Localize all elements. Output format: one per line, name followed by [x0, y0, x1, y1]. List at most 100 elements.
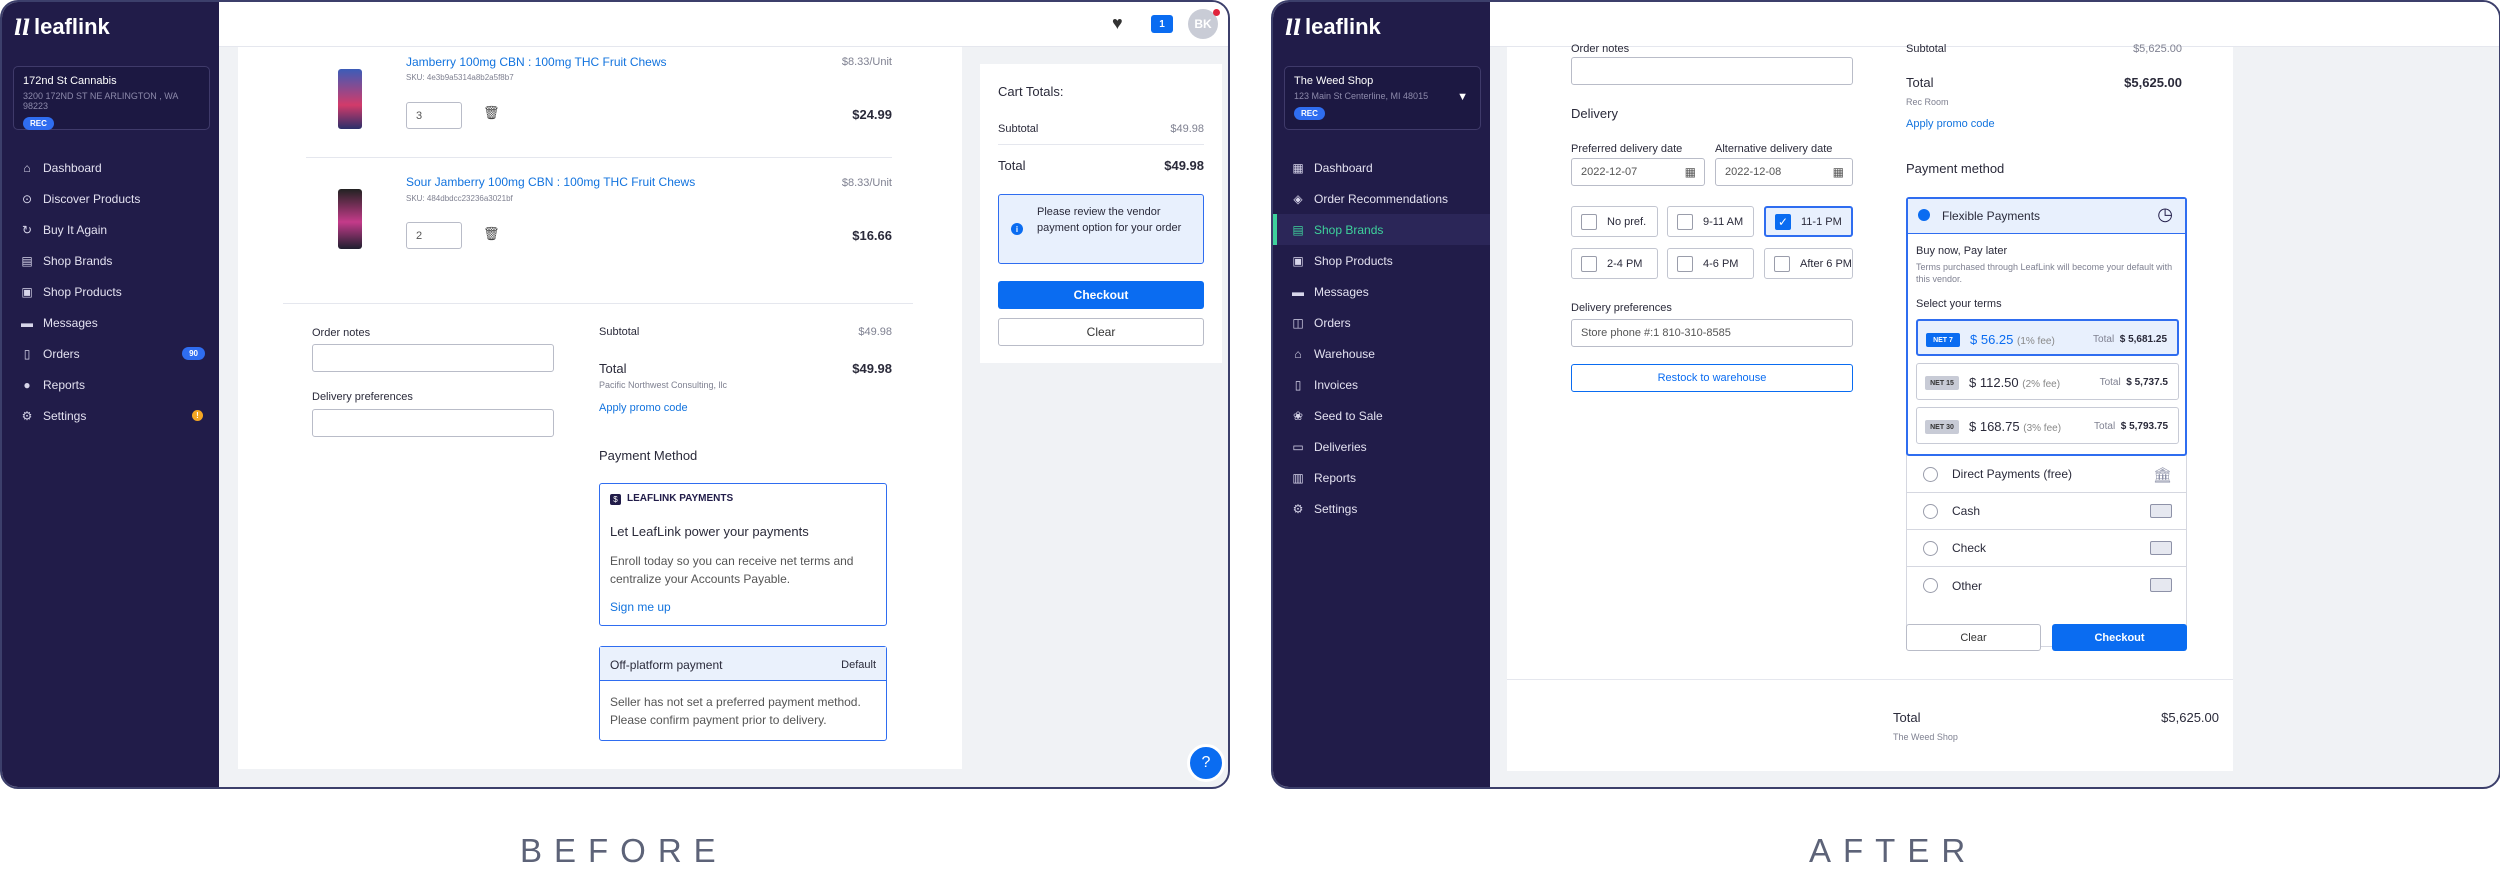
leaflink-logo[interactable]: ll leaflink: [1285, 14, 1381, 40]
quantity-input[interactable]: 3: [406, 102, 462, 129]
sidebar-item-shop-products[interactable]: ▣ Shop Products: [2, 276, 219, 307]
sidebar-item-invoices[interactable]: ▯ Invoices: [1273, 369, 1490, 400]
slot-9-11am[interactable]: 9-11 AM: [1667, 206, 1754, 237]
total-value: $5,625.00: [2124, 75, 2182, 90]
sidebar-item-discover-products[interactable]: ⊙ Discover Products: [2, 183, 219, 214]
sidebar-item-shop-brands[interactable]: ▤ Shop Brands: [2, 245, 219, 276]
refresh-icon: ↻: [21, 222, 33, 237]
sidebar-item-buy-it-again[interactable]: ↻ Buy It Again: [2, 214, 219, 245]
term-total-label: Total: [2099, 377, 2121, 388]
checkout-button[interactable]: Checkout: [998, 281, 1204, 309]
term-net-7[interactable]: NET 7 $ 56.25 (1% fee) Total $ 5,681.25: [1916, 319, 2179, 356]
delivery-preferences-input[interactable]: [312, 409, 554, 437]
line-total: $24.99: [852, 107, 892, 122]
heart-icon[interactable]: ♥: [1112, 13, 1123, 34]
slot-2-4pm[interactable]: 2-4 PM: [1571, 248, 1658, 279]
product-image[interactable]: [338, 69, 362, 129]
method-direct-payments[interactable]: Direct Payments (free) 🏛: [1907, 456, 2186, 493]
product-name-link[interactable]: Sour Jamberry 100mg CBN : 100mg THC Frui…: [406, 175, 695, 189]
other-payment-icon: [2150, 578, 2172, 592]
store-selector[interactable]: The Weed Shop 123 Main St Centerline, MI…: [1284, 66, 1481, 130]
method-label: Direct Payments (free): [1952, 467, 2073, 481]
chat-icon: ▬: [1292, 284, 1304, 299]
slot-no-pref[interactable]: No pref.: [1571, 206, 1658, 237]
term-total: $ 5,737.5: [2126, 377, 2168, 388]
radio[interactable]: [1923, 503, 1938, 519]
trash-icon[interactable]: 🗑: [483, 105, 500, 121]
divider: [306, 157, 892, 158]
apply-promo-link[interactable]: Apply promo code: [1906, 118, 1995, 130]
term-net-15[interactable]: NET 15 $ 112.50 (2% fee) Total $ 5,737.5: [1916, 363, 2179, 400]
clear-button[interactable]: Clear: [1906, 624, 2041, 651]
off-platform-payment-card[interactable]: Off-platform payment Default Seller has …: [599, 646, 887, 741]
leaflink-logo[interactable]: ll leaflink: [14, 14, 110, 40]
sidebar-item-orders[interactable]: ▯ Orders 90: [2, 338, 219, 369]
radio[interactable]: [1923, 540, 1938, 556]
cart-icon[interactable]: 1: [1151, 15, 1173, 33]
sidebar-item-settings[interactable]: ⚙ Settings!: [2, 400, 219, 431]
clear-button[interactable]: Clear: [998, 318, 1204, 346]
term-tag: NET 7: [1926, 333, 1960, 347]
slot-label: 4-6 PM: [1703, 257, 1739, 270]
preferred-date-label: Preferred delivery date: [1571, 143, 1683, 155]
sign-me-up-link[interactable]: Sign me up: [610, 600, 671, 614]
sidebar-item-warehouse[interactable]: ⌂ Warehouse: [1273, 338, 1490, 369]
checkout-button[interactable]: Checkout: [2052, 624, 2187, 651]
dollar-icon: $: [610, 494, 621, 505]
help-icon[interactable]: ?: [1187, 744, 1225, 782]
top-bar: ♪ ♡ ⛟ 4 AA: [1490, 2, 2499, 47]
logo-text: leaflink: [33, 14, 110, 39]
flexible-payments-option[interactable]: Flexible Payments ◷ Buy now, Pay later T…: [1906, 197, 2187, 456]
term-total: $ 5,681.25: [2119, 334, 2167, 345]
delivery-preferences-input[interactable]: Store phone #:1 810-310-8585: [1571, 319, 1853, 347]
product-image[interactable]: [338, 189, 362, 249]
preferred-date-input[interactable]: 2022-12-07 ▦: [1571, 158, 1705, 186]
product-name-link[interactable]: Jamberry 100mg CBN : 100mg THC Fruit Che…: [406, 55, 667, 69]
total-value: $49.98: [1164, 158, 1204, 173]
sidebar-item-dashboard[interactable]: ⌂ Dashboard: [2, 152, 219, 183]
sidebar-item-label: Settings: [1314, 501, 1358, 516]
sidebar-item-orders[interactable]: ◫ Orders: [1273, 307, 1490, 338]
sidebar-item-shop-brands[interactable]: ▤ Shop Brands: [1273, 214, 1490, 245]
method-cash[interactable]: Cash: [1907, 493, 2186, 530]
store-selector[interactable]: 172nd St Cannabis 3200 172ND ST NE ARLIN…: [13, 66, 210, 130]
sidebar-item-messages[interactable]: ▬ Messages: [1273, 276, 1490, 307]
method-check[interactable]: Check: [1907, 530, 2186, 567]
checkbox: [1581, 213, 1597, 230]
sidebar-item-reports[interactable]: ● Reports: [2, 369, 219, 400]
alt-date-input[interactable]: 2022-12-08 ▦: [1715, 158, 1853, 186]
sidebar-item-dashboard[interactable]: ▦ Dashboard: [1273, 152, 1490, 183]
footer-total-value: $5,625.00: [2161, 710, 2219, 725]
sidebar-item-settings[interactable]: ⚙ Settings: [1273, 493, 1490, 524]
preferred-date-value: 2022-12-07: [1581, 166, 1638, 178]
slot-11-1pm[interactable]: ✓ 11-1 PM: [1764, 206, 1853, 237]
quantity-input[interactable]: 2: [406, 222, 462, 249]
method-other[interactable]: Other: [1907, 567, 2186, 604]
apply-promo-link[interactable]: Apply promo code: [599, 402, 688, 414]
product-sku: SKU: 484dbdcc23236a3021bf: [406, 194, 513, 203]
slot-after-6pm[interactable]: After 6 PM: [1764, 248, 1853, 279]
sidebar-item-reports[interactable]: ▥ Reports: [1273, 462, 1490, 493]
slot-4-6pm[interactable]: 4-6 PM: [1667, 248, 1754, 279]
term-fee: (3% fee): [2023, 423, 2062, 434]
radio[interactable]: [1923, 466, 1938, 482]
store-address: 3200 172ND ST NE ARLINGTON , WA 98223: [23, 91, 178, 111]
sidebar-item-order-recommendations[interactable]: ◈ Order Recommendations: [1273, 183, 1490, 214]
radio-selected[interactable]: [1918, 209, 1930, 221]
order-notes-input[interactable]: [312, 344, 554, 372]
subtotal-label: Subtotal: [599, 326, 640, 338]
sidebar-item-messages[interactable]: ▬ Messages: [2, 307, 219, 338]
leaflink-mark-icon: ll: [14, 14, 30, 40]
sidebar-item-shop-products[interactable]: ▣ Shop Products: [1273, 245, 1490, 276]
document-icon: ▯: [23, 346, 31, 361]
order-notes-input[interactable]: [1571, 57, 1853, 85]
restock-to-warehouse-button[interactable]: Restock to warehouse: [1571, 364, 1853, 392]
term-net-30[interactable]: NET 30 $ 168.75 (3% fee) Total $ 5,793.75: [1916, 407, 2179, 444]
trash-icon[interactable]: 🗑: [483, 226, 500, 242]
sidebar-item-seed-to-sale[interactable]: ❀ Seed to Sale: [1273, 400, 1490, 431]
sidebar-item-deliveries[interactable]: ▭ Deliveries: [1273, 431, 1490, 462]
chevron-down-icon: ▼: [1457, 91, 1468, 103]
sidebar-item-label: Reports: [1314, 470, 1357, 485]
radio[interactable]: [1923, 578, 1938, 593]
leaflink-payments-card: $ LEAFLINK PAYMENTS Let LeafLink power y…: [599, 483, 887, 626]
